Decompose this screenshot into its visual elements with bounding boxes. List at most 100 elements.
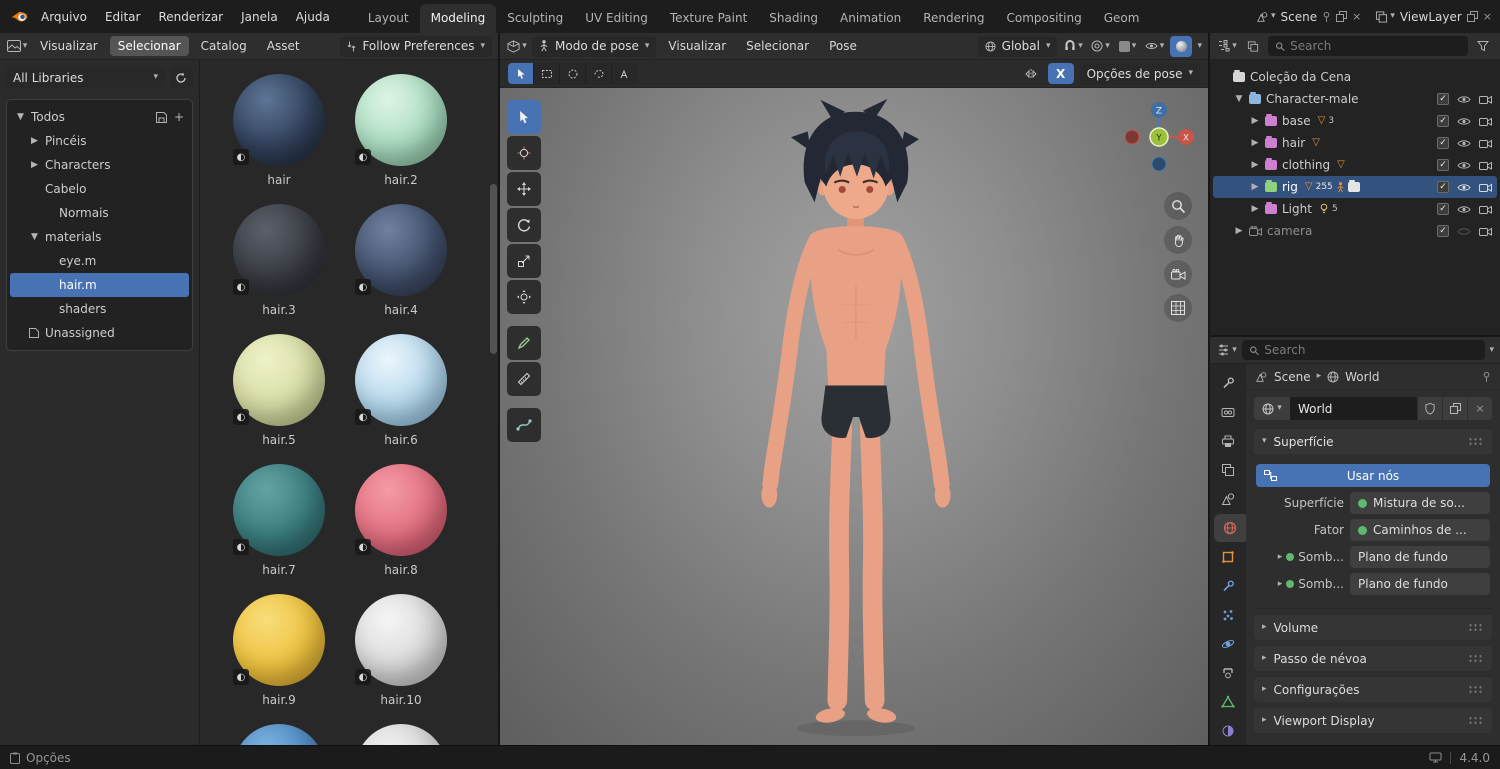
editor-type-icon[interactable]: ▾ [6, 36, 28, 57]
asset-hair-5[interactable]: ◐ hair.5 [218, 334, 340, 464]
camera-view-icon[interactable] [1164, 260, 1192, 288]
settings-panel-header[interactable]: ▸ Configurações [1254, 677, 1492, 702]
transform-tool[interactable] [507, 280, 541, 314]
chevron-down-icon[interactable]: ▾ [1489, 345, 1494, 355]
hide-eye-icon[interactable] [1457, 161, 1471, 170]
tab-rendering[interactable]: Rendering [912, 4, 995, 33]
scrollbar[interactable] [490, 64, 497, 741]
chevron-right-icon[interactable]: ▸ [1278, 552, 1283, 562]
status-left-label[interactable]: Opções [26, 751, 71, 765]
toggle-grid-icon[interactable] [1164, 294, 1192, 322]
outliner-row-camera[interactable]: ▶ camera ✓ [1213, 220, 1497, 242]
chevron-right-icon[interactable]: ▸ [1278, 579, 1283, 589]
tab-compositing[interactable]: Compositing [996, 4, 1093, 33]
menu-editar[interactable]: Editar [96, 6, 150, 28]
pan-hand-icon[interactable] [1164, 226, 1192, 254]
proportional-edit-dropdown[interactable]: ▾ [1089, 36, 1111, 57]
mirror-icon[interactable] [1020, 63, 1042, 84]
menu-visualizar[interactable]: Visualizar [660, 36, 734, 56]
panel-grip-icon[interactable] [1468, 623, 1484, 632]
outliner-search[interactable] [1268, 36, 1468, 56]
tree-item-shaders[interactable]: shaders [10, 297, 189, 321]
tree-item-todos[interactable]: ▼ Todos + [10, 105, 189, 129]
close-icon[interactable]: × [1352, 10, 1361, 23]
tab-uv-editing[interactable]: UV Editing [574, 4, 659, 33]
tab-scene[interactable] [1210, 485, 1246, 513]
checkbox-icon[interactable]: ✓ [1437, 93, 1449, 105]
chevron-down-icon[interactable]: ▼ [29, 232, 40, 242]
menu-renderizar[interactable]: Renderizar [149, 6, 232, 28]
outliner-search-input[interactable] [1290, 39, 1461, 53]
chevron-right-icon[interactable]: ▶ [29, 136, 40, 146]
tab-geometry-nodes[interactable]: Geom [1093, 4, 1151, 33]
tree-item-pinceis[interactable]: ▶ Pincéis [10, 129, 189, 153]
duplicate-icon[interactable] [1336, 11, 1348, 22]
tab-output[interactable] [1210, 427, 1246, 455]
chevron-down-icon[interactable]: ▼ [15, 112, 26, 122]
tab-texture-paint[interactable]: Texture Paint [659, 4, 758, 33]
breadcrumb-world[interactable]: World [1345, 370, 1379, 384]
character-model[interactable] [704, 92, 1004, 742]
hide-eye-icon[interactable] [1457, 205, 1471, 214]
tab-tool[interactable] [1210, 369, 1246, 397]
checkbox-icon[interactable]: ✓ [1437, 225, 1449, 237]
tree-item-unassigned[interactable]: Unassigned [10, 321, 189, 345]
close-icon[interactable]: × [1483, 10, 1492, 23]
viewport-display-panel-header[interactable]: ▸ Viewport Display [1254, 708, 1492, 733]
panel-grip-icon[interactable] [1468, 437, 1484, 446]
surface-shader-selector[interactable]: Mistura de so... [1350, 492, 1490, 514]
duplicate-icon[interactable] [1466, 11, 1478, 22]
tab-texture[interactable] [1210, 717, 1246, 745]
measure-tool[interactable] [507, 362, 541, 396]
tree-item-characters[interactable]: ▶ Characters [10, 153, 189, 177]
world-name-field[interactable] [1290, 397, 1417, 420]
menu-asset[interactable]: Asset [259, 36, 308, 56]
outliner-row-rig[interactable]: ▶ rig ▽ 255 ✓ [1213, 176, 1497, 198]
outliner-row-clothing[interactable]: ▶ clothing ▽ ✓ [1213, 154, 1497, 176]
viewport-canvas[interactable]: Z X Y [500, 88, 1208, 745]
asset-hair-8[interactable]: ◐ hair.8 [340, 464, 462, 594]
panel-grip-icon[interactable] [1468, 716, 1484, 725]
tree-item-normais[interactable]: Normais [10, 201, 189, 225]
rotate-tool[interactable] [507, 208, 541, 242]
pin-icon[interactable] [1482, 371, 1491, 383]
outliner-row-scene-collection[interactable]: Coleção da Cena [1213, 66, 1497, 88]
menu-janela[interactable]: Janela [232, 6, 287, 28]
tab-constraints[interactable] [1210, 659, 1246, 687]
asset-hair-2[interactable]: ◐ hair.2 [340, 74, 462, 204]
scene-selector[interactable]: ▾ Scene × [1256, 10, 1361, 24]
pin-icon[interactable] [1322, 11, 1331, 23]
tab-sculpting[interactable]: Sculpting [496, 4, 574, 33]
outliner-display-mode-icon[interactable] [1242, 36, 1264, 57]
select-paint-button[interactable] [612, 63, 638, 84]
asset-partial-1[interactable] [218, 724, 340, 745]
tab-object-data[interactable] [1210, 688, 1246, 716]
pose-options-dropdown[interactable]: Opções de pose ▾ [1079, 63, 1200, 84]
tree-item-materials[interactable]: ▼ materials [10, 225, 189, 249]
menu-selecionar[interactable]: Selecionar [738, 36, 817, 56]
tab-modifiers[interactable] [1210, 572, 1246, 600]
new-copy-icon[interactable] [1442, 397, 1467, 420]
select-box-tool[interactable] [507, 100, 541, 134]
overlays-dropdown[interactable]: ▾ [1143, 36, 1165, 57]
tab-render[interactable] [1210, 398, 1246, 426]
asset-hair-9[interactable]: ◐ hair.9 [218, 594, 340, 724]
viewport-shading-swatch[interactable]: ▾ [1116, 36, 1138, 57]
properties-search[interactable] [1242, 340, 1486, 360]
shading-mode-button[interactable] [1170, 35, 1193, 57]
chevron-right-icon[interactable]: ▶ [1250, 204, 1260, 214]
hide-eye-icon[interactable] [1457, 227, 1471, 236]
outliner-row-character-male[interactable]: ▼ Character-male ✓ [1213, 88, 1497, 110]
shader-input[interactable]: Plano de fundo [1350, 546, 1490, 568]
asset-hair[interactable]: ◐ hair [218, 74, 340, 204]
pose-breakdowner-tool[interactable] [507, 408, 541, 442]
disable-render-camera-icon[interactable] [1479, 160, 1492, 170]
select-circle-button[interactable] [560, 63, 586, 84]
tab-modeling[interactable]: Modeling [419, 4, 497, 33]
menu-pose[interactable]: Pose [821, 36, 865, 56]
panel-grip-icon[interactable] [1468, 654, 1484, 663]
menu-selecionar[interactable]: Selecionar [109, 36, 189, 56]
checkbox-icon[interactable]: ✓ [1437, 203, 1449, 215]
refresh-library-button[interactable] [169, 67, 193, 88]
filter-icon[interactable] [1472, 36, 1494, 57]
